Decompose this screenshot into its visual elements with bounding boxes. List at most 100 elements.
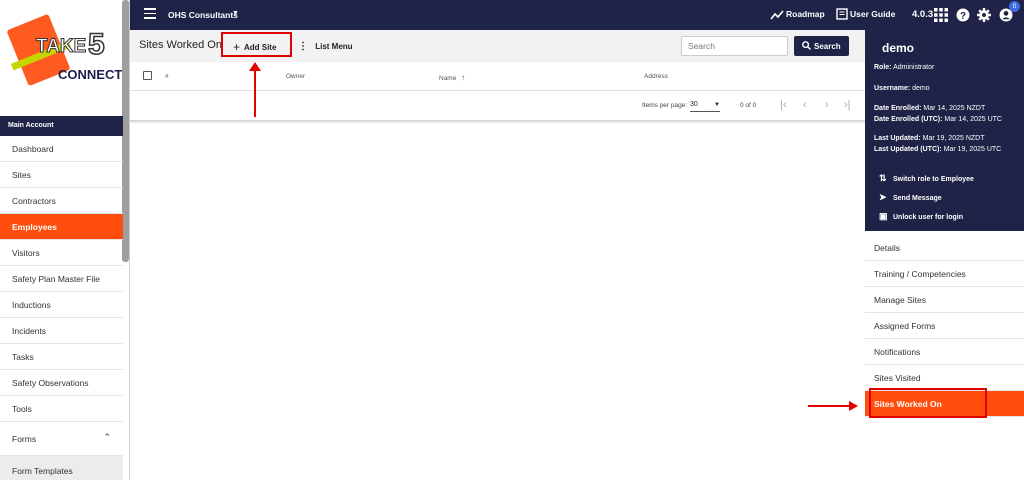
annotation-highlight-sites-worked-on: [869, 388, 987, 418]
sidebar-item-forms-label: Forms: [12, 434, 37, 444]
sort-ascending-icon: ↑: [461, 73, 466, 82]
chevron-up-icon: ⌃: [103, 432, 111, 442]
tab-assigned-forms[interactable]: Assigned Forms: [865, 313, 1024, 339]
more-vertical-icon: ⋮: [298, 41, 308, 52]
last-updated-utc-value: Mar 19, 2025 UTC: [943, 146, 1002, 153]
sidebar-nav: Dashboard Sites Contractors Employees Vi…: [0, 136, 123, 480]
previous-page-icon[interactable]: ‹: [803, 99, 807, 111]
svg-text:?: ?: [960, 11, 966, 22]
trending-up-icon: [770, 10, 784, 20]
top-bar: OHS Consultants ▼ Roadmap User Guide 4.0…: [130, 0, 1024, 30]
lock-icon: ▣: [879, 211, 888, 221]
search-input[interactable]: [681, 36, 788, 56]
sidebar-item-tasks[interactable]: Tasks: [0, 344, 123, 370]
search-button-label: Search: [814, 42, 841, 51]
table-header: # Owner Name ↑ Address: [130, 62, 865, 91]
username-value: demo: [912, 85, 930, 92]
date-enrolled-value: Mar 14, 2025 NZDT: [923, 105, 986, 112]
search-button[interactable]: Search: [794, 36, 849, 56]
sidebar-section-main-account: Main Account: [0, 116, 123, 136]
search-icon: [802, 41, 812, 51]
send-message-label: Send Message: [893, 195, 942, 202]
caret-down-icon[interactable]: ▼: [232, 10, 239, 17]
sidebar-item-sites[interactable]: Sites: [0, 162, 123, 188]
role-line: Role: Administrator: [874, 64, 934, 71]
annotation-arrow-up: [254, 67, 256, 117]
sidebar-item-dashboard[interactable]: Dashboard: [0, 136, 123, 162]
username-label: Username:: [874, 85, 911, 92]
help-icon[interactable]: ?: [956, 8, 970, 22]
column-header-name-label: Name: [439, 75, 457, 82]
sidebar-item-employees[interactable]: Employees: [0, 214, 123, 240]
column-header-name[interactable]: Name ↑: [439, 73, 465, 82]
tab-details[interactable]: Details: [865, 235, 1024, 261]
employee-profile-panel: demo Role: Administrator Username: demo …: [865, 30, 1024, 231]
list-menu-label: List Menu: [315, 42, 353, 51]
sidebar-item-contractors[interactable]: Contractors: [0, 188, 123, 214]
logo-text-take: TAKE: [35, 36, 87, 58]
tab-training-competencies[interactable]: Training / Competencies: [865, 261, 1024, 287]
first-page-icon[interactable]: |‹: [780, 99, 787, 111]
items-per-page-value: 30: [690, 101, 698, 108]
last-updated-value: Mar 19, 2025 NZDT: [922, 135, 985, 142]
page-title: Sites Worked On: [139, 39, 222, 51]
send-message-action[interactable]: ➤ Send Message: [879, 192, 942, 203]
app-version: 4.0.3: [912, 9, 934, 20]
last-page-icon[interactable]: ›|: [844, 99, 851, 111]
list-menu-button[interactable]: ⋮ List Menu: [298, 41, 353, 52]
sidebar-item-safety-plan-master-file[interactable]: Safety Plan Master File: [0, 266, 123, 292]
sidebar-item-tools[interactable]: Tools: [0, 396, 123, 422]
swap-vertical-icon: ⇅: [879, 173, 887, 183]
employee-name: demo: [882, 41, 915, 55]
logo-text-connect: CONNECT: [58, 67, 123, 82]
hamburger-menu-icon[interactable]: [144, 8, 156, 20]
roadmap-link[interactable]: Roadmap: [786, 9, 825, 19]
sidebar-item-visitors[interactable]: Visitors: [0, 240, 123, 266]
paginator: Items per page: 30 ▼ 0 of 0 |‹ ‹ › ›|: [130, 91, 865, 120]
date-enrolled-label: Date Enrolled:: [874, 105, 922, 112]
last-updated-utc-label: Last Updated (UTC):: [874, 146, 942, 153]
org-switcher[interactable]: OHS Consultants: [168, 10, 238, 20]
sidebar-item-forms[interactable]: Forms ⌃: [0, 422, 123, 456]
last-updated-utc-line: Last Updated (UTC): Mar 19, 2025 UTC: [874, 146, 1001, 153]
items-per-page-label: Items per page:: [642, 102, 688, 109]
last-updated-label: Last Updated:: [874, 135, 921, 142]
unlock-user-action[interactable]: ▣ Unlock user for login: [879, 211, 963, 222]
items-per-page-select[interactable]: 30 ▼: [690, 99, 720, 112]
unlock-user-label: Unlock user for login: [893, 214, 964, 221]
take5-connect-logo: TAKE 5 CONNECT: [0, 0, 129, 116]
gear-icon[interactable]: [977, 8, 991, 22]
user-guide-link[interactable]: User Guide: [850, 9, 895, 19]
date-enrolled-utc-label: Date Enrolled (UTC):: [874, 116, 943, 123]
annotation-highlight-add-site: [221, 32, 292, 57]
sites-table: # Owner Name ↑ Address Items per page: 3…: [130, 62, 865, 120]
caret-down-icon: ▼: [714, 102, 720, 108]
sidebar-scrollbar[interactable]: [122, 0, 129, 262]
send-icon: ➤: [879, 192, 887, 202]
tab-manage-sites[interactable]: Manage Sites: [865, 287, 1024, 313]
date-enrolled-utc-line: Date Enrolled (UTC): Mar 14, 2025 UTC: [874, 116, 1002, 123]
page-range-label: 0 of 0: [740, 102, 757, 109]
apps-grid-icon[interactable]: [934, 8, 948, 22]
sidebar-item-inductions[interactable]: Inductions: [0, 292, 123, 318]
next-page-icon[interactable]: ›: [825, 99, 829, 111]
username-line: Username: demo: [874, 85, 930, 92]
column-header-address[interactable]: Address: [644, 73, 668, 80]
last-updated-line: Last Updated: Mar 19, 2025 NZDT: [874, 135, 984, 142]
column-header-number[interactable]: #: [165, 73, 169, 80]
role-label: Role:: [874, 64, 892, 71]
sidebar-item-safety-observations[interactable]: Safety Observations: [0, 370, 123, 396]
switch-role-action[interactable]: ⇅ Switch role to Employee: [879, 173, 974, 184]
column-header-owner[interactable]: Owner: [286, 73, 305, 80]
date-enrolled-line: Date Enrolled: Mar 14, 2025 NZDT: [874, 105, 985, 112]
sidebar-item-incidents[interactable]: Incidents: [0, 318, 123, 344]
annotation-arrow-right-head: [849, 401, 858, 411]
notification-badge: 0: [1009, 1, 1020, 12]
tab-notifications[interactable]: Notifications: [865, 339, 1024, 365]
switch-role-label: Switch role to Employee: [893, 176, 974, 183]
role-value: Administrator: [893, 64, 935, 71]
table-shadow: [130, 120, 865, 124]
select-all-checkbox[interactable]: [143, 71, 152, 80]
logo-text-five: 5: [87, 27, 105, 62]
sidebar-item-form-templates[interactable]: Form Templates: [0, 456, 123, 480]
